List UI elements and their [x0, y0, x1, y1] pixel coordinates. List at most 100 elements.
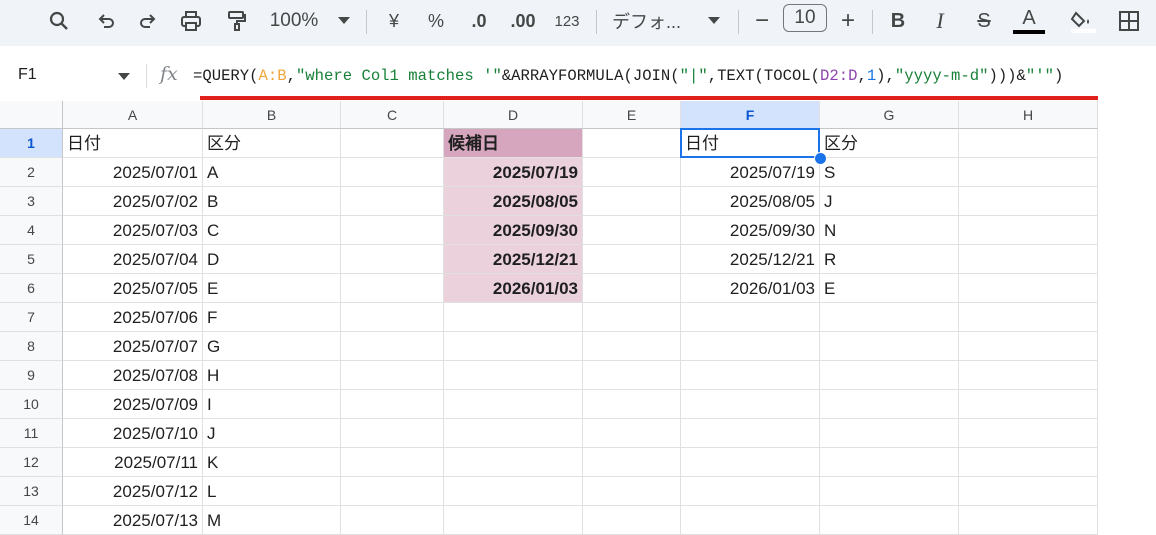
- cell-d11[interactable]: [444, 419, 583, 448]
- zoom-chevron-down-icon[interactable]: [334, 6, 354, 36]
- cell-b13[interactable]: L: [203, 477, 341, 506]
- column-header-c[interactable]: C: [341, 101, 444, 129]
- cell-e8[interactable]: [583, 332, 681, 361]
- column-header-e[interactable]: E: [583, 101, 681, 129]
- cell-c11[interactable]: [341, 419, 444, 448]
- undo-icon[interactable]: [92, 6, 120, 36]
- cell-b11[interactable]: J: [203, 419, 341, 448]
- cell-c1[interactable]: [341, 129, 444, 158]
- row-header-3[interactable]: 3: [0, 187, 63, 216]
- increase-decimal-button[interactable]: .00: [506, 6, 540, 36]
- cell-b4[interactable]: C: [203, 216, 341, 245]
- cell-f7[interactable]: [681, 303, 820, 332]
- cell-b9[interactable]: H: [203, 361, 341, 390]
- cell-f8[interactable]: [681, 332, 820, 361]
- cell-a4[interactable]: 2025/07/03: [63, 216, 203, 245]
- cell-g7[interactable]: [820, 303, 959, 332]
- cell-d14[interactable]: [444, 506, 583, 535]
- cell-d7[interactable]: [444, 303, 583, 332]
- cell-c9[interactable]: [341, 361, 444, 390]
- bold-button[interactable]: B: [886, 6, 910, 36]
- cell-c4[interactable]: [341, 216, 444, 245]
- cell-a10[interactable]: 2025/07/09: [63, 390, 203, 419]
- cell-h3[interactable]: [959, 187, 1098, 216]
- cell-c7[interactable]: [341, 303, 444, 332]
- cell-b1[interactable]: 区分: [203, 129, 341, 158]
- cell-b6[interactable]: E: [203, 274, 341, 303]
- row-header-2[interactable]: 2: [0, 158, 63, 187]
- cell-e5[interactable]: [583, 245, 681, 274]
- cell-f1[interactable]: 日付: [681, 129, 820, 158]
- currency-format-button[interactable]: ¥: [382, 6, 406, 36]
- font-size-input[interactable]: 10: [783, 4, 827, 32]
- select-all-corner[interactable]: [0, 101, 63, 129]
- cell-c13[interactable]: [341, 477, 444, 506]
- row-header-7[interactable]: 7: [0, 303, 63, 332]
- cell-d3[interactable]: 2025/08/05: [444, 187, 583, 216]
- cell-d8[interactable]: [444, 332, 583, 361]
- column-header-d[interactable]: D: [444, 101, 583, 129]
- cell-e2[interactable]: [583, 158, 681, 187]
- cell-d4[interactable]: 2025/09/30: [444, 216, 583, 245]
- name-box[interactable]: F1: [18, 66, 37, 84]
- cell-f2[interactable]: 2025/07/19: [681, 158, 820, 187]
- cell-g14[interactable]: [820, 506, 959, 535]
- cell-e3[interactable]: [583, 187, 681, 216]
- cell-b8[interactable]: G: [203, 332, 341, 361]
- column-header-a[interactable]: A: [63, 101, 203, 129]
- cell-g1[interactable]: 区分: [820, 129, 959, 158]
- cell-a8[interactable]: 2025/07/07: [63, 332, 203, 361]
- strikethrough-button[interactable]: S: [972, 6, 996, 36]
- cell-e13[interactable]: [583, 477, 681, 506]
- cell-c14[interactable]: [341, 506, 444, 535]
- cell-h2[interactable]: [959, 158, 1098, 187]
- cell-c8[interactable]: [341, 332, 444, 361]
- row-header-10[interactable]: 10: [0, 390, 63, 419]
- cell-h14[interactable]: [959, 506, 1098, 535]
- cell-a5[interactable]: 2025/07/04: [63, 245, 203, 274]
- text-color-button[interactable]: A: [1012, 6, 1046, 36]
- cell-b7[interactable]: F: [203, 303, 341, 332]
- cell-a13[interactable]: 2025/07/12: [63, 477, 203, 506]
- cell-e11[interactable]: [583, 419, 681, 448]
- cell-f14[interactable]: [681, 506, 820, 535]
- cell-e12[interactable]: [583, 448, 681, 477]
- row-header-8[interactable]: 8: [0, 332, 63, 361]
- cell-e1[interactable]: [583, 129, 681, 158]
- cell-d6[interactable]: 2026/01/03: [444, 274, 583, 303]
- decrease-decimal-button[interactable]: .0: [464, 6, 494, 36]
- cell-d9[interactable]: [444, 361, 583, 390]
- cell-h8[interactable]: [959, 332, 1098, 361]
- cell-g13[interactable]: [820, 477, 959, 506]
- cell-c12[interactable]: [341, 448, 444, 477]
- name-box-chevron-down-icon[interactable]: [118, 73, 130, 80]
- cell-h10[interactable]: [959, 390, 1098, 419]
- cell-a12[interactable]: 2025/07/11: [63, 448, 203, 477]
- cell-b10[interactable]: I: [203, 390, 341, 419]
- percent-format-button[interactable]: %: [424, 6, 448, 36]
- cell-a1[interactable]: 日付: [63, 129, 203, 158]
- cell-c2[interactable]: [341, 158, 444, 187]
- row-header-13[interactable]: 13: [0, 477, 63, 506]
- row-header-1[interactable]: 1: [0, 129, 63, 158]
- print-icon[interactable]: [176, 6, 206, 36]
- cell-e10[interactable]: [583, 390, 681, 419]
- cell-h4[interactable]: [959, 216, 1098, 245]
- cell-g5[interactable]: R: [820, 245, 959, 274]
- row-header-9[interactable]: 9: [0, 361, 63, 390]
- cell-g11[interactable]: [820, 419, 959, 448]
- cell-b12[interactable]: K: [203, 448, 341, 477]
- increase-font-size-button[interactable]: +: [836, 6, 860, 36]
- cell-h12[interactable]: [959, 448, 1098, 477]
- cell-b5[interactable]: D: [203, 245, 341, 274]
- decrease-font-size-button[interactable]: −: [750, 6, 774, 36]
- cell-d5[interactable]: 2025/12/21: [444, 245, 583, 274]
- cell-h5[interactable]: [959, 245, 1098, 274]
- cell-f11[interactable]: [681, 419, 820, 448]
- search-icon[interactable]: [44, 6, 74, 36]
- cell-c10[interactable]: [341, 390, 444, 419]
- cell-g12[interactable]: [820, 448, 959, 477]
- cell-e9[interactable]: [583, 361, 681, 390]
- cell-e14[interactable]: [583, 506, 681, 535]
- cell-a7[interactable]: 2025/07/06: [63, 303, 203, 332]
